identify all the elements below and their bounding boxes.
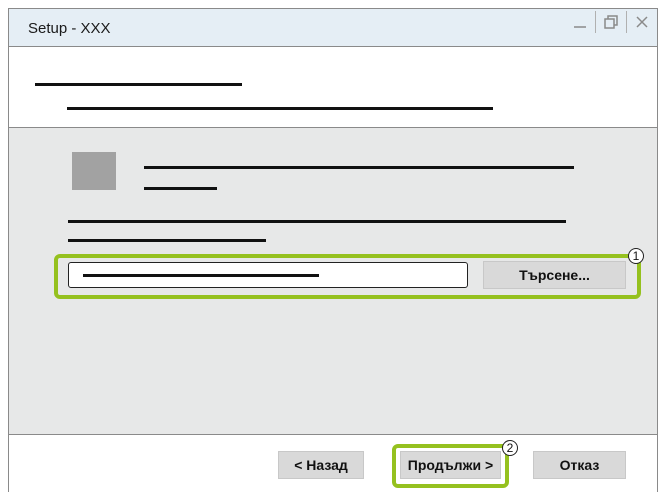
close-icon[interactable] — [627, 9, 657, 35]
title-bar[interactable]: Setup - XXX — [9, 9, 657, 46]
window-controls — [565, 9, 657, 37]
minimize-icon[interactable] — [565, 9, 595, 35]
install-path-input[interactable] — [68, 262, 468, 288]
callout-badge-1: 1 — [628, 248, 644, 264]
window-title: Setup - XXX — [28, 20, 111, 37]
cancel-button[interactable]: Отказ — [533, 451, 626, 479]
next-button[interactable]: Продължи > — [400, 451, 501, 479]
wizard-content: 1 Търсене... — [9, 128, 657, 434]
back-button[interactable]: < Назад — [278, 451, 364, 479]
wizard-header — [9, 46, 657, 128]
header-subtitle-placeholder — [67, 107, 493, 110]
restore-icon[interactable] — [596, 9, 626, 35]
wizard-footer: < Назад 2 Продължи > Отказ — [9, 434, 657, 493]
path-text-placeholder — [83, 274, 319, 277]
instruction-line-2 — [68, 239, 266, 242]
placeholder-image — [72, 152, 116, 190]
description-line-2 — [144, 187, 217, 190]
header-title-placeholder — [35, 83, 242, 86]
description-line-1 — [144, 166, 574, 169]
instruction-line-1 — [68, 220, 566, 223]
callout-badge-2: 2 — [502, 440, 518, 456]
browse-button[interactable]: Търсене... — [483, 261, 626, 289]
setup-window: Setup - XXX 1 Търсене... < Назад 2 Продъ… — [8, 8, 658, 493]
